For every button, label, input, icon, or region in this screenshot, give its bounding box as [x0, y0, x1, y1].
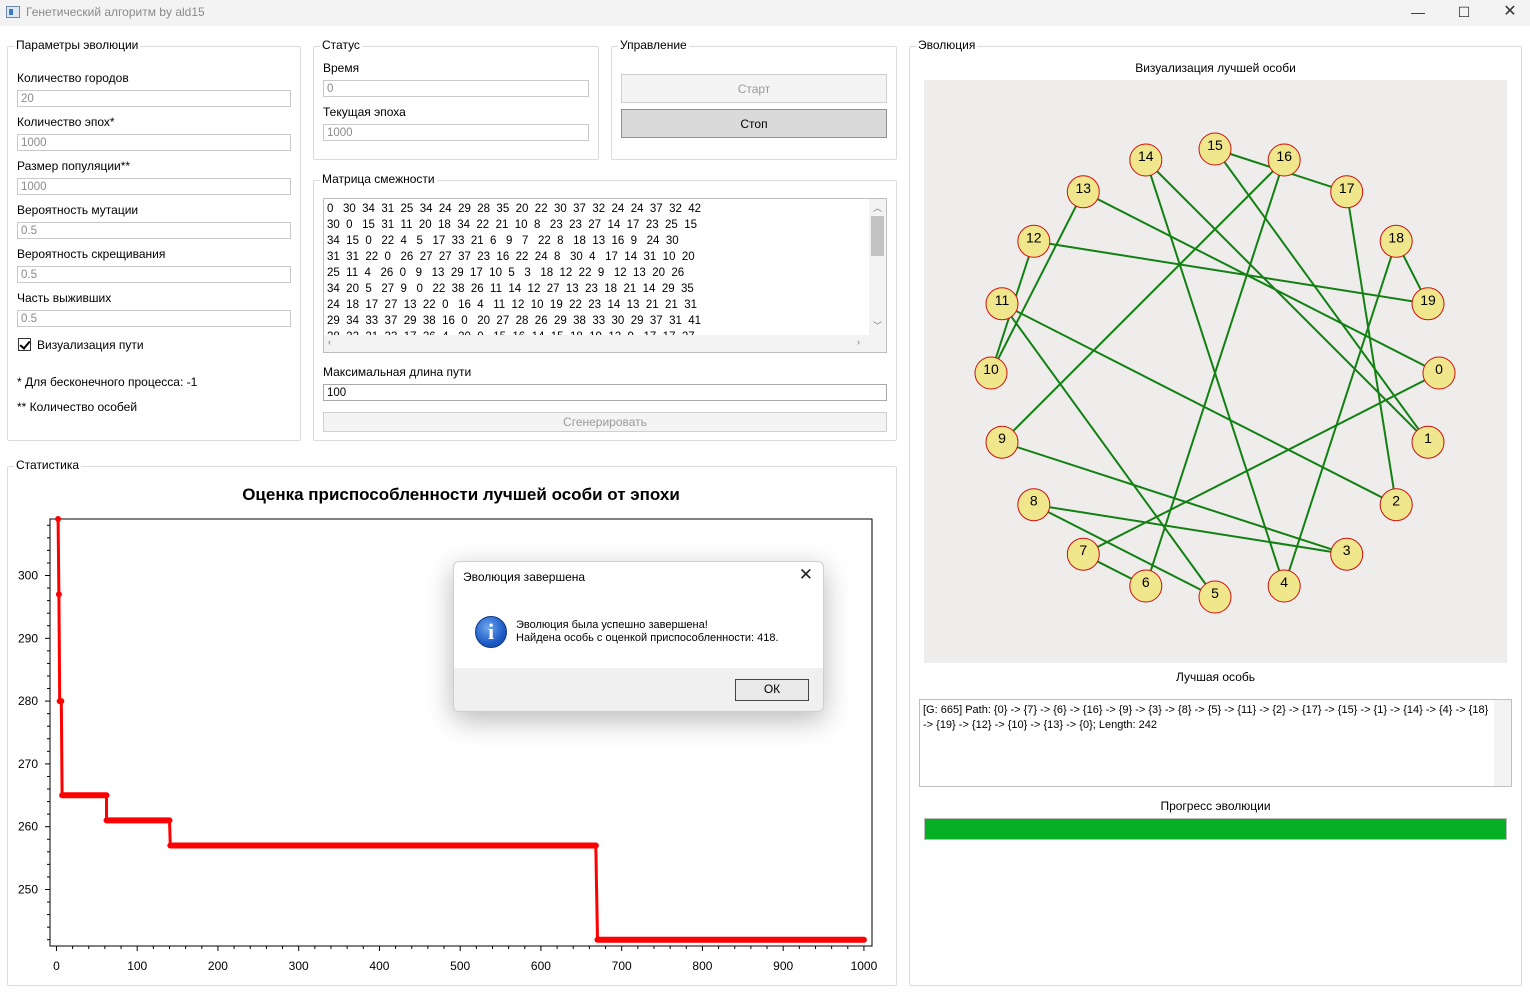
info-icon: i [475, 616, 507, 648]
y-tick-label: 260 [18, 820, 38, 834]
city-label: 18 [1388, 229, 1404, 245]
fitness-point [166, 817, 173, 824]
fitness-chart: Оценка приспособленности лучшей особи от… [18, 485, 878, 973]
path-edge [1214, 148, 1429, 443]
fitness-point [103, 817, 110, 824]
y-tick-label: 300 [18, 569, 38, 583]
x-tick-label: 300 [289, 959, 309, 973]
x-tick-label: 200 [208, 959, 228, 973]
city-label: 4 [1280, 574, 1288, 590]
dialog-message-line1: Эволюция была успешно завершена! [516, 619, 708, 631]
city-label: 14 [1138, 148, 1154, 164]
city-label: 15 [1207, 137, 1223, 153]
y-tick-label: 280 [18, 694, 38, 708]
dialog-message-line2: Найдена особь с оценкой приспособленност… [516, 632, 779, 644]
evolution-group-title: Эволюция [916, 38, 978, 52]
fitness-point [59, 792, 66, 799]
path-graph: 012345678910111213141516171819 [974, 132, 1456, 614]
fitness-point [55, 516, 62, 522]
path-edge [1283, 240, 1398, 587]
city-label: 9 [998, 430, 1006, 446]
fitness-point [167, 842, 174, 849]
visualization-title: Визуализация лучшей особи [1135, 61, 1296, 75]
progress-title: Прогресс эволюции [1160, 799, 1271, 813]
city-label: 6 [1142, 574, 1150, 590]
city-label: 19 [1420, 292, 1436, 308]
path-edge [1001, 159, 1285, 443]
fitness-point [58, 698, 65, 705]
evolution-progress-fill [925, 819, 1506, 839]
x-tick-label: 100 [127, 959, 147, 973]
city-label: 1 [1424, 430, 1432, 446]
city-label: 0 [1435, 361, 1443, 377]
x-tick-label: 400 [369, 959, 389, 973]
best-individual-text: [G: 665] Path: {0} -> {7} -> {6} -> {16}… [923, 704, 1489, 731]
city-label: 12 [1026, 229, 1042, 245]
path-edge [1001, 303, 1216, 598]
city-label: 10 [983, 361, 999, 377]
evolution-progress-bar [924, 818, 1507, 840]
x-tick-label: 600 [531, 959, 551, 973]
city-label: 7 [1079, 542, 1087, 558]
chart-title: Оценка приспособленности лучшей особи от… [242, 485, 680, 504]
fitness-point [55, 591, 62, 598]
fitness-point [103, 792, 110, 799]
city-label: 5 [1211, 585, 1219, 601]
path-edge [1082, 190, 1440, 374]
x-tick-label: 0 [53, 959, 60, 973]
dialog-footer: ОК [454, 668, 823, 711]
path-edge [990, 191, 1085, 374]
y-tick-label: 250 [18, 882, 38, 896]
path-edge [1033, 240, 1429, 305]
city-label: 13 [1076, 180, 1092, 196]
path-edge [1001, 441, 1348, 556]
city-label: 2 [1392, 493, 1400, 509]
ok-button[interactable]: ОК [735, 679, 809, 701]
dialog-close-icon[interactable]: ✕ [799, 565, 813, 585]
path-edge [1001, 302, 1397, 506]
city-label: 11 [995, 292, 1010, 308]
city-label: 3 [1343, 542, 1351, 558]
y-tick-label: 270 [18, 757, 38, 771]
close-window-button[interactable]: ✕ [1487, 0, 1530, 26]
fitness-point [594, 936, 601, 943]
x-tick-label: 700 [612, 959, 632, 973]
city-label: 17 [1339, 180, 1355, 196]
y-tick-label: 290 [18, 631, 38, 645]
dialog-message: Эволюция была успешно завершена! Найдена… [516, 619, 779, 645]
city-label: 16 [1276, 148, 1292, 164]
maximize-button[interactable]: ☐ [1441, 0, 1487, 26]
x-tick-label: 1000 [851, 959, 878, 973]
best-individual-textbox[interactable]: [G: 665] Path: {0} -> {7} -> {6} -> {16}… [919, 699, 1512, 787]
x-tick-label: 900 [773, 959, 793, 973]
best-individual-scrollbar[interactable] [1494, 700, 1511, 786]
dialog-title: Эволюция завершена [463, 570, 586, 584]
city-label: 8 [1030, 493, 1038, 509]
evolution-complete-dialog: Эволюция завершена ✕ i Эволюция была усп… [453, 561, 824, 712]
x-tick-label: 500 [450, 959, 470, 973]
best-individual-title: Лучшая особь [1175, 670, 1255, 684]
x-tick-label: 800 [692, 959, 712, 973]
path-edge [1145, 159, 1429, 443]
minimize-button[interactable]: — [1395, 0, 1441, 26]
fitness-point [592, 842, 599, 849]
fitness-point [860, 936, 867, 943]
